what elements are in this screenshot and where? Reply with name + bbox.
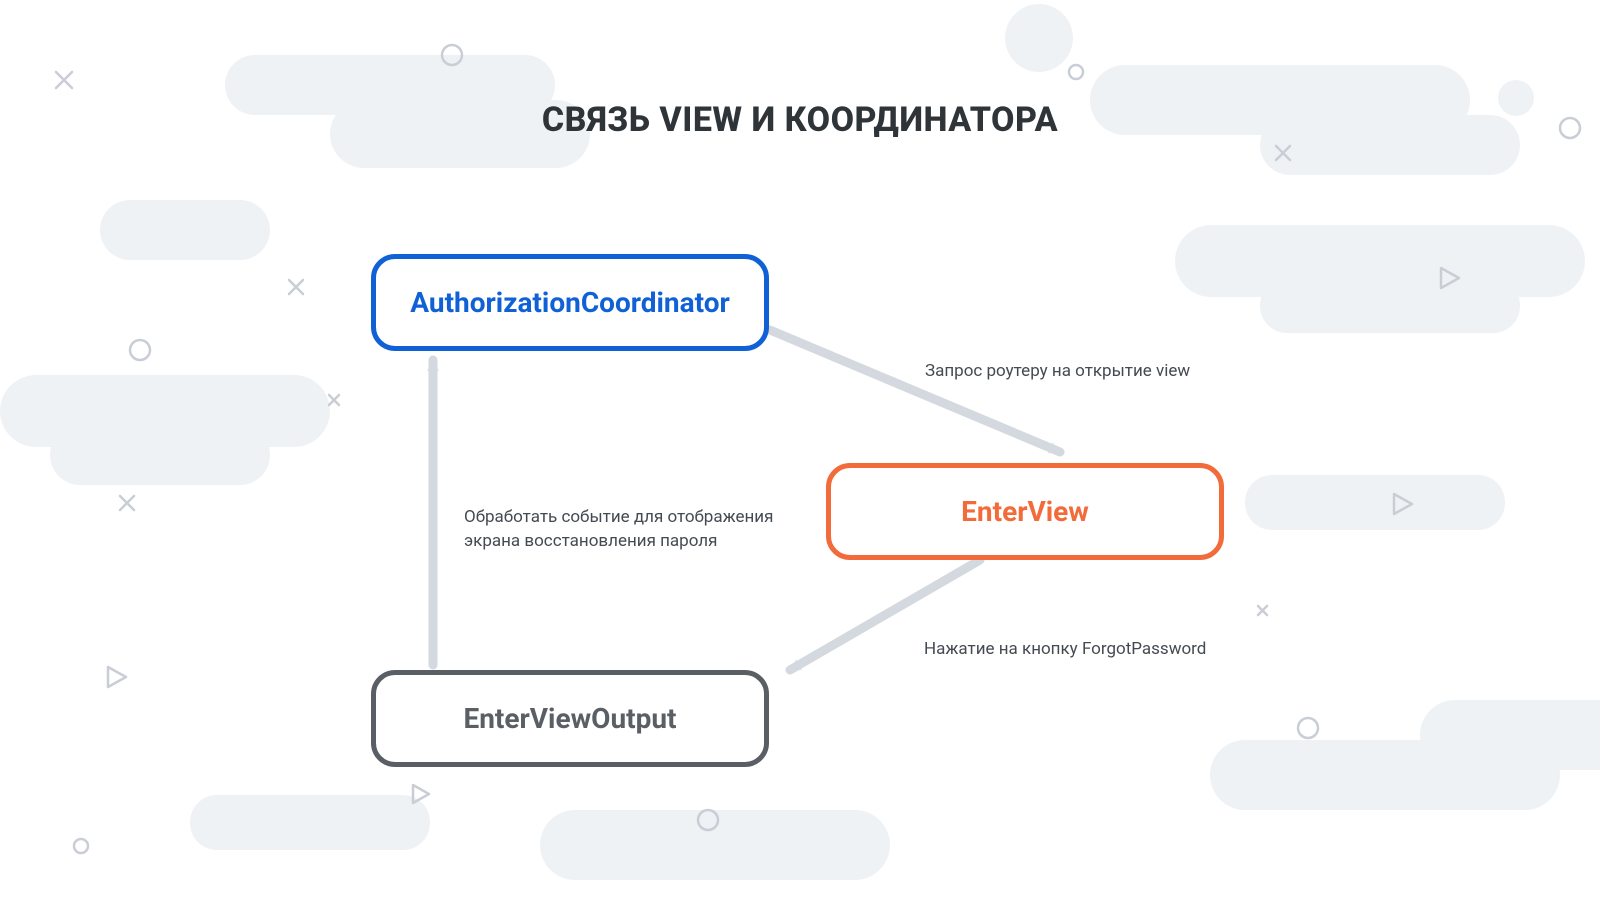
edge-label-forgot-password: Нажатие на кнопку ForgotPassword — [924, 638, 1206, 662]
node-label: AuthorizationCoordinator — [410, 286, 730, 319]
edge-label-handle-event: Обработать событие для отображения экран… — [464, 506, 804, 554]
node-enter-view-output: EnterViewOutput — [371, 670, 769, 767]
edge-label-open-view: Запрос роутеру на открытие view — [925, 360, 1190, 384]
diagram-title: СВЯЗЬ VIEW И КООРДИНАТОРА — [0, 100, 1600, 140]
node-enter-view: EnterView — [826, 463, 1224, 560]
node-label: EnterViewOutput — [463, 702, 676, 735]
node-authorization-coordinator: AuthorizationCoordinator — [371, 254, 769, 351]
edge-label-line: экрана восстановления пароля — [464, 531, 717, 551]
node-label: EnterView — [961, 495, 1089, 528]
diagram-canvas: СВЯЗЬ VIEW И КООРДИНАТОРА AuthorizationC… — [0, 0, 1600, 900]
edge-label-line: Обработать событие для отображения — [464, 507, 773, 527]
arrow-coord-to-view — [770, 330, 1060, 452]
